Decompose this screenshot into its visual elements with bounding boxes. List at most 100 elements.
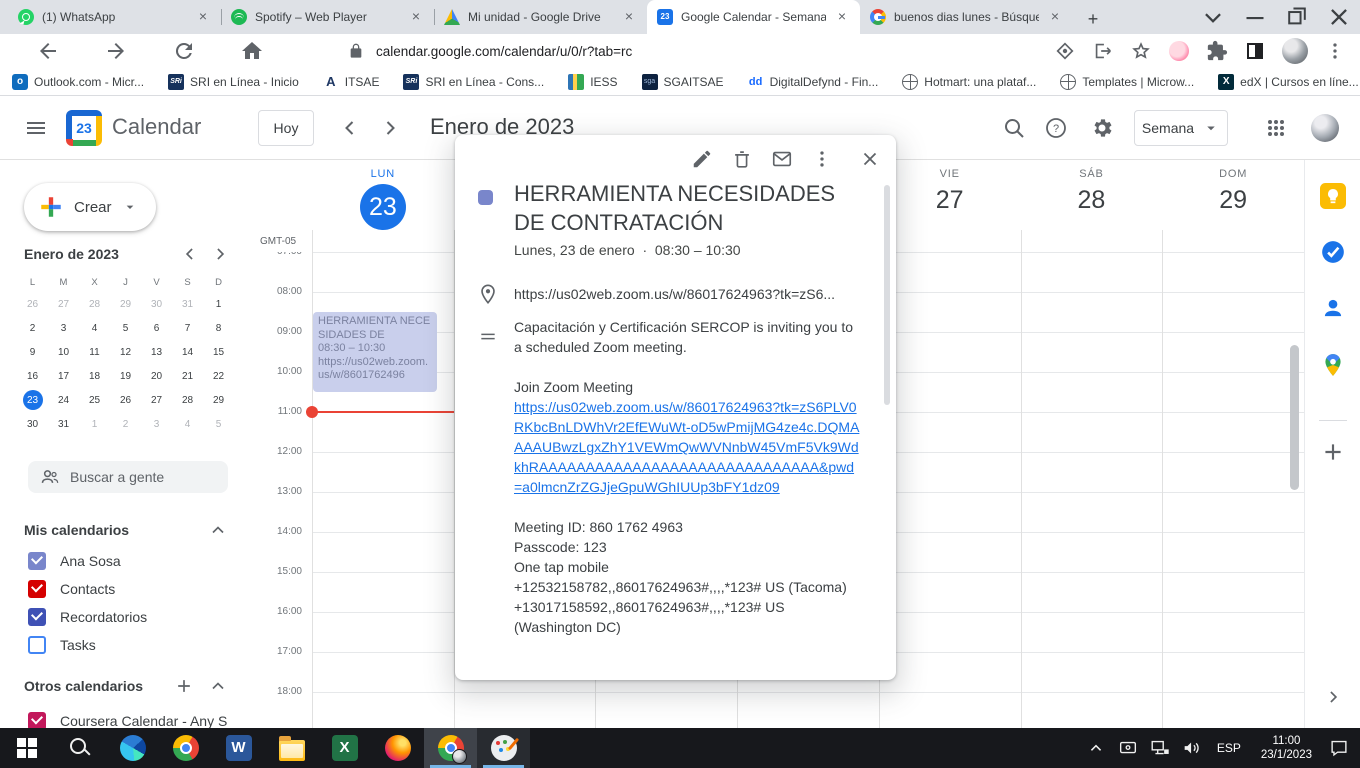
tab-title[interactable]: buenos dias lunes - Búsqued (894, 10, 1039, 24)
excel-glyph[interactable] (332, 735, 358, 761)
mini-cal-day-header[interactable]: S (172, 272, 203, 292)
zoom-meeting-link[interactable]: https://us02web.zoom.us/w/86017624963?tk… (514, 397, 862, 497)
mini-calendar-day[interactable]: 4 (172, 412, 203, 436)
description-line[interactable]: Meeting ID: 860 1762 4963 (514, 517, 862, 537)
mini-calendar-day[interactable]: 16 (17, 364, 48, 388)
keyboard-language[interactable]: ESP (1213, 741, 1245, 755)
clock[interactable]: 11:00 23/1/2023 (1255, 734, 1318, 762)
tab-close-icon[interactable] (834, 9, 850, 25)
explorer-glyph[interactable] (279, 740, 305, 761)
description-line[interactable]: Capacitación y Certificación SERCOP is i… (514, 317, 862, 357)
mini-calendar-day[interactable]: 10 (48, 340, 79, 364)
edx-favicon[interactable] (1218, 74, 1234, 90)
bookmark-label[interactable]: SRI en Línea - Cons... (425, 75, 544, 89)
today-button[interactable]: Hoy (258, 110, 314, 146)
mini-calendar-day[interactable]: 1 (79, 412, 110, 436)
mini-calendar-day[interactable]: 20 (141, 364, 172, 388)
day-number[interactable]: 28 (1021, 186, 1163, 215)
mini-calendar-day[interactable]: 22 (203, 364, 234, 388)
weather-extension-icon[interactable] (1168, 40, 1190, 62)
tab[interactable]: Google Calendar - Semana d (647, 0, 860, 34)
event-location[interactable]: https://us02web.zoom.us/w/86017624963?tk… (514, 286, 844, 302)
mini-calendar-day[interactable]: 6 (141, 316, 172, 340)
keep-icon[interactable] (1320, 183, 1346, 209)
mini-calendar-day[interactable]: 14 (172, 340, 203, 364)
mini-calendar-day[interactable]: 17 (48, 364, 79, 388)
tray-chevron-up-icon[interactable] (1085, 737, 1107, 759)
edge-glyph[interactable] (120, 735, 146, 761)
extensions-puzzle-icon[interactable] (1206, 40, 1228, 62)
day-header[interactable]: VIE27 (879, 168, 1021, 215)
tab-search-chevron-icon[interactable] (1192, 0, 1234, 34)
main-scrollbar[interactable] (1290, 345, 1299, 490)
view-selector[interactable]: Semana (1134, 110, 1228, 146)
chrome-profile-glyph[interactable] (438, 735, 464, 761)
hide-panel-chevron-icon[interactable] (1323, 687, 1343, 707)
calendar-checkbox[interactable] (28, 580, 46, 598)
mini-cal-day-header[interactable]: M (48, 272, 79, 292)
mini-calendar-day[interactable]: 19 (110, 364, 141, 388)
tab[interactable]: Spotify – Web Player (221, 0, 434, 34)
tab-title[interactable]: Spotify – Web Player (255, 10, 400, 24)
whatsapp-icon[interactable] (18, 9, 34, 25)
bookmark-label[interactable]: SGAITSAE (664, 75, 724, 89)
meet-now-icon[interactable] (1117, 737, 1139, 759)
mini-calendar-day[interactable]: 3 (48, 316, 79, 340)
email-guests-icon[interactable] (771, 148, 793, 170)
event-block[interactable]: HERRAMIENTA NECESIDADES DE 08:30 – 10:30… (313, 312, 437, 392)
hour-gridline[interactable] (312, 692, 1304, 693)
delete-event-trash-icon[interactable] (731, 148, 753, 170)
mini-calendar-day[interactable]: 26 (110, 388, 141, 412)
taskbar-search-icon[interactable] (53, 728, 106, 768)
bookmark-label[interactable]: SRI en Línea - Inicio (190, 75, 299, 89)
mini-calendar-day[interactable]: 30 (17, 412, 48, 436)
mini-calendar-day[interactable]: 3 (141, 412, 172, 436)
tracking-protection-icon[interactable] (1054, 40, 1076, 62)
hour-label[interactable]: 17:00 (256, 646, 302, 657)
spotify-icon[interactable] (231, 9, 247, 25)
close-popup-icon[interactable] (859, 148, 881, 170)
more-options-kebab-icon[interactable] (811, 148, 833, 170)
itsae-favicon[interactable] (323, 74, 339, 90)
description-line[interactable]: Passcode: 123 (514, 537, 862, 557)
day-header[interactable]: LUN23 (312, 168, 454, 230)
mini-calendar-day[interactable]: 21 (172, 364, 203, 388)
dd-favicon[interactable] (748, 74, 764, 90)
mini-calendar-day[interactable]: 2 (17, 316, 48, 340)
mini-calendar-day[interactable]: 4 (79, 316, 110, 340)
bookmark-item[interactable]: SRI en Línea - Cons... (403, 74, 544, 90)
new-tab-button[interactable] (1079, 6, 1107, 34)
create-button[interactable]: Crear (24, 183, 156, 231)
globe-favicon[interactable] (902, 74, 918, 90)
bookmark-label[interactable]: Templates | Microw... (1082, 75, 1194, 89)
mini-calendar-day[interactable]: 1 (203, 292, 234, 316)
mini-calendar-day[interactable]: 28 (172, 388, 203, 412)
collapse-chevron-icon[interactable] (208, 520, 228, 540)
hour-label[interactable]: 18:00 (256, 686, 302, 697)
mini-cal-prev-icon[interactable] (180, 244, 200, 264)
bookmark-item[interactable]: IESS (568, 74, 617, 90)
bookmark-label[interactable]: ITSAE (345, 75, 380, 89)
restore-button[interactable] (1276, 0, 1318, 34)
day-header[interactable]: SÁB28 (1021, 168, 1163, 215)
hour-label[interactable]: 15:00 (256, 566, 302, 577)
tab-title[interactable]: (1) WhatsApp (42, 10, 187, 24)
home-button[interactable] (240, 39, 264, 63)
hour-label[interactable]: 13:00 (256, 486, 302, 497)
bookmark-label[interactable]: edX | Cursos en líne... (1240, 75, 1359, 89)
hour-label[interactable]: 12:00 (256, 446, 302, 457)
action-center-icon[interactable] (1328, 737, 1350, 759)
mini-calendar-day[interactable]: 7 (172, 316, 203, 340)
day-number[interactable]: 27 (879, 186, 1021, 215)
mini-calendar-day[interactable]: 18 (79, 364, 110, 388)
hour-label[interactable]: 09:00 (256, 326, 302, 337)
day-gridline[interactable] (312, 230, 313, 728)
tab[interactable]: Mi unidad - Google Drive (434, 0, 647, 34)
taskbar-explorer-icon[interactable] (265, 728, 318, 768)
day-gridline[interactable] (1021, 230, 1022, 728)
minimize-button[interactable] (1234, 0, 1276, 34)
mini-calendar-day[interactable]: 26 (17, 292, 48, 316)
mini-cal-week[interactable]: 9101112131415 (17, 340, 236, 364)
tab-title[interactable]: Mi unidad - Google Drive (468, 10, 613, 24)
tab-close-icon[interactable] (1047, 9, 1063, 25)
